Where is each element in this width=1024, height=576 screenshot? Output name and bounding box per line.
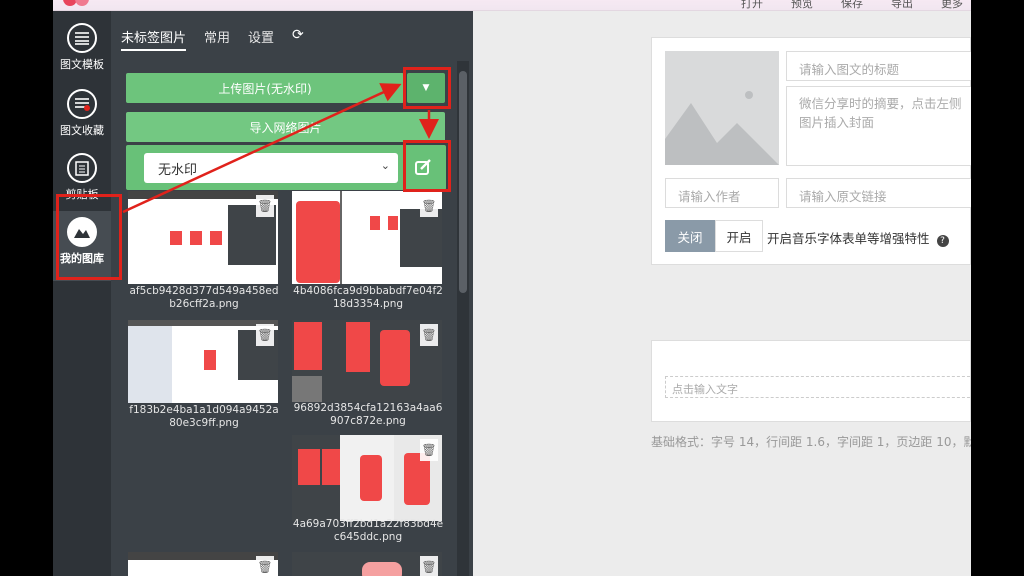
image-placeholder-icon <box>665 91 779 165</box>
image-name: 4b4086fca9d9bbabdf7e04f218d3354.png <box>293 285 443 310</box>
image-thumb[interactable]: 🗑 <box>292 552 442 576</box>
article-meta-card: 请输入图文的标题 微信分享时的摘要，点击左侧图片插入封面 请输入作者 请输入原文… <box>651 37 971 265</box>
editor-app: 打开 预览 保存 导出 更多 图文模板 图文收藏 剪贴板 我的图库 未标签图片 … <box>53 0 971 576</box>
image-thumb[interactable]: 🗑 <box>292 435 442 521</box>
top-menu: 打开 预览 保存 导出 更多 <box>741 0 963 11</box>
author-input[interactable]: 请输入作者 <box>665 178 779 208</box>
source-link-input[interactable]: 请输入原文链接 <box>786 178 971 208</box>
menu-open[interactable]: 打开 <box>741 0 763 11</box>
title-input[interactable]: 请输入图文的标题 <box>786 51 971 81</box>
menu-save[interactable]: 保存 <box>841 0 863 11</box>
trash-icon[interactable]: 🗑 <box>420 439 438 461</box>
menu-more[interactable]: 更多 <box>941 0 963 11</box>
toggle-on-button[interactable]: 开启 <box>715 220 763 252</box>
trash-icon[interactable]: 🗑 <box>256 324 274 346</box>
trash-icon[interactable]: 🗑 <box>420 324 438 346</box>
trash-icon[interactable]: 🗑 <box>420 556 438 576</box>
image-thumb[interactable]: 🗑 <box>128 552 278 576</box>
summary-input[interactable]: 微信分享时的摘要，点击左侧图片插入封面 <box>786 86 971 166</box>
image-name: 96892d3854cfa12163a4aa6907c872e.png <box>293 402 443 427</box>
help-icon[interactable]: ? <box>936 235 949 247</box>
menu-preview[interactable]: 预览 <box>791 0 813 11</box>
toggle-off-button[interactable]: 关闭 <box>665 220 715 252</box>
image-name: af5cb9428d377d549a458edb26cff2a.png <box>129 285 279 310</box>
trash-icon[interactable]: 🗑 <box>256 556 274 576</box>
image-thumb[interactable]: 🗑 <box>292 320 442 402</box>
image-thumb[interactable]: 🗑 <box>128 320 278 403</box>
content-card: 点击输入文字 <box>651 340 971 422</box>
feature-text: 开启音乐字体表单等增强特性 <box>767 231 930 246</box>
annotation-arrows <box>122 83 439 214</box>
image-name: 4a69a703ff2bd1a22f83bd4ec645ddc.png <box>292 518 444 543</box>
content-text-input[interactable]: 点击输入文字 <box>665 376 971 398</box>
image-name: f183b2e4ba1a1d094a9452a80e3c9ff.png <box>129 404 279 429</box>
cover-image-placeholder[interactable] <box>665 51 779 165</box>
enhanced-features-label: 开启音乐字体表单等增强特性 ? <box>767 228 949 247</box>
menu-export[interactable]: 导出 <box>891 0 913 11</box>
base-format-info: 基础格式：字号 14，行间距 1.6，字间距 1，页边距 10，默认 <box>651 435 971 449</box>
